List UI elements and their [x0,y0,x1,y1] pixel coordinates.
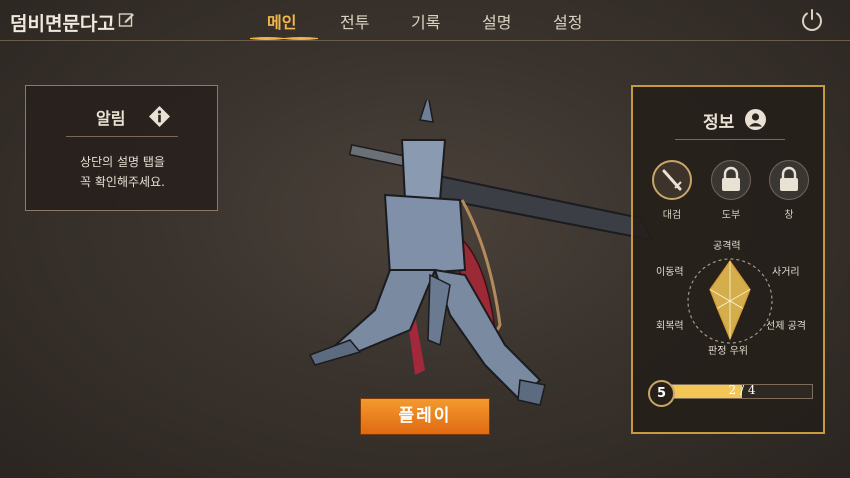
sword-icon [662,169,682,191]
weapon-label: 대검 [662,210,682,221]
notice-line: 꼭 확인해주세요. [80,175,165,189]
notice-divider [66,136,178,137]
stat-label-recovery: 회복력 [656,321,684,332]
weapon-slot-locked-2[interactable] [769,160,809,200]
lock-icon [780,166,798,191]
app-title: 덤비면문다고 [10,13,115,35]
lock-icon [722,166,740,191]
stat-label-attack: 공격력 [713,241,741,252]
info-panel: 정보 대검 도부 창 공격력 사거리 선제 공격 판정 우위 회복력 이동력 2… [631,85,825,434]
xp-max: 4 [747,383,756,397]
notice-panel: 알림 상단의 설명 탭을 꼭 확인해주세요. [25,85,218,211]
top-bar: 덤비면문다고 메인 전투 기록 설명 설정 [0,0,850,41]
xp-separator: / [739,383,745,397]
tab-help[interactable]: 설명 [482,9,511,33]
notice-title: 알림 [96,109,126,128]
tab-records[interactable]: 기록 [411,9,440,33]
active-tab-indicator [250,37,318,40]
tab-settings[interactable]: 설정 [553,9,582,33]
stat-label-range: 사거리 [772,267,800,278]
knight-character [308,100,654,406]
info-title: 정보 [703,113,735,133]
xp-text: 2 / 4 [672,383,812,397]
notice-line: 상단의 설명 탭을 [80,155,165,169]
xp-current: 2 [728,383,737,397]
xp-bar: 2 / 4 [671,383,813,399]
stats-radar-chart [687,258,773,344]
weapon-slot-locked-1[interactable] [711,160,751,200]
stat-label-judgement: 판정 우위 [708,346,748,357]
weapon-slot-greatsword[interactable] [652,160,692,200]
power-icon[interactable] [800,8,824,32]
weapon-label: 도부 [721,210,741,221]
weapon-label: 창 [784,210,794,221]
notice-message: 상단의 설명 탭을 꼭 확인해주세요. [26,152,219,192]
level-badge: 5 [648,380,675,407]
info-icon [149,106,170,127]
play-button[interactable]: 플레이 [360,398,490,435]
info-divider [675,139,785,140]
stat-label-movement: 이동력 [656,267,684,278]
stat-label-first-strike: 선제 공격 [766,321,806,332]
edit-icon[interactable] [118,11,135,28]
tab-battle[interactable]: 전투 [340,9,369,33]
tab-main[interactable]: 메인 [267,9,296,33]
user-icon [745,109,766,130]
